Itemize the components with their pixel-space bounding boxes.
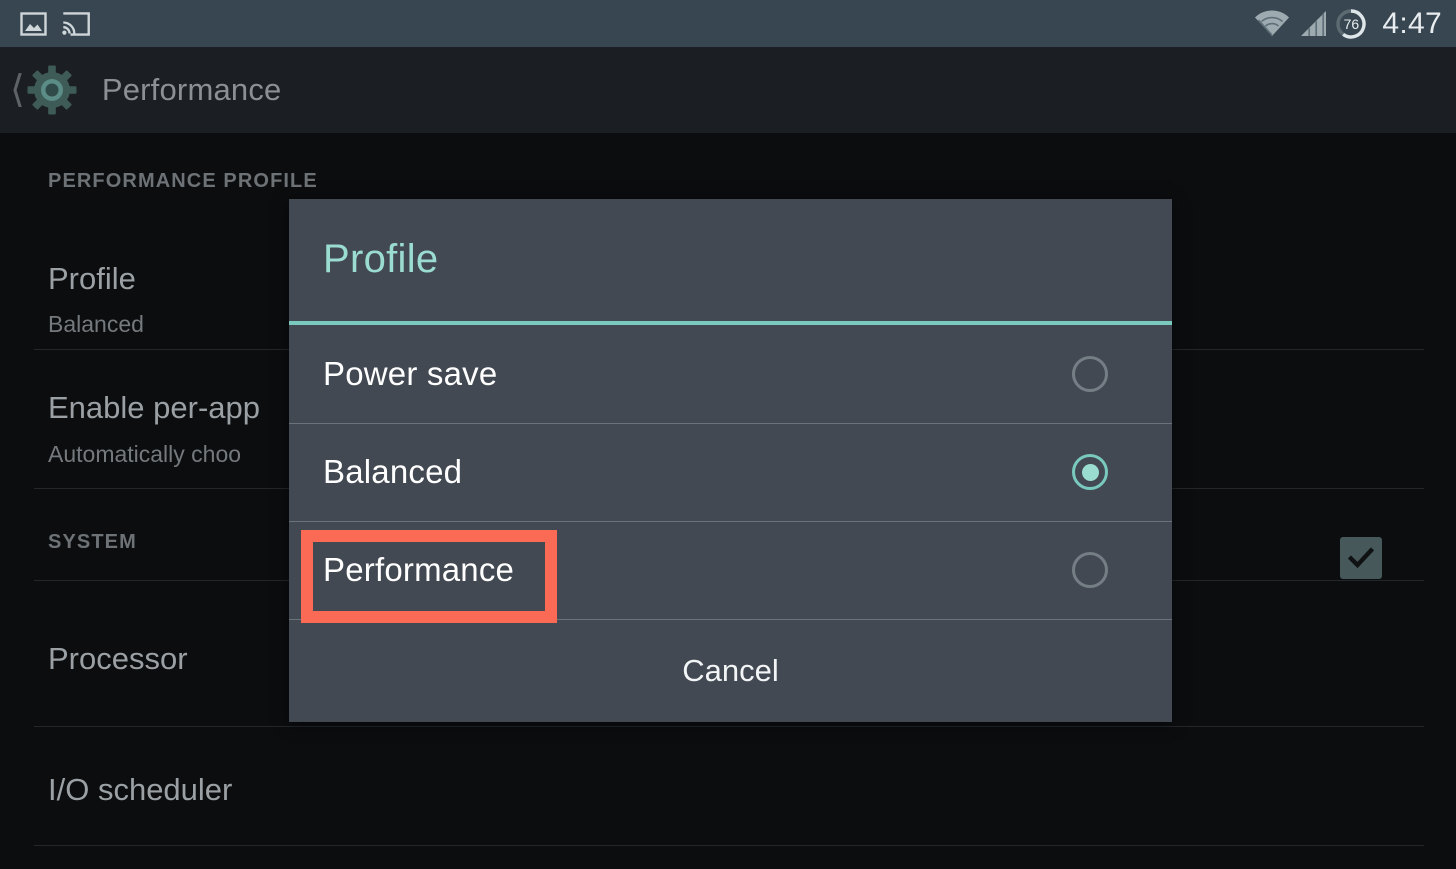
image-notification-icon: [20, 11, 47, 36]
battery-circle-icon: 76: [1336, 8, 1367, 39]
profile-option-list: Power save Balanced Performance: [289, 325, 1172, 619]
cell-signal-icon: [1299, 10, 1327, 37]
radio-power-save[interactable]: [1072, 356, 1108, 392]
radio-balanced-selected[interactable]: [1072, 454, 1108, 490]
battery-level-text: 76: [1343, 15, 1360, 32]
section-header-performance-profile: PERFORMANCE PROFILE: [48, 170, 318, 192]
status-bar-clock: 4:47: [1382, 6, 1442, 40]
android-settings-screen: 76 4:47 ⟨ Performance PERFORMANCE PROFIL…: [0, 0, 1456, 869]
row-subtitle-enable-per-app: Automatically choo: [48, 441, 242, 467]
row-subtitle-profile: Balanced: [48, 311, 144, 337]
option-label-performance: Performance: [323, 551, 515, 588]
settings-gear-icon[interactable]: [26, 64, 78, 116]
section-header-system: SYSTEM: [48, 531, 137, 553]
status-bar: 76 4:47: [0, 0, 1456, 47]
option-row-power-save[interactable]: Power save: [289, 325, 1172, 423]
wifi-icon: [1254, 10, 1290, 37]
row-title-processor[interactable]: Processor: [48, 641, 188, 677]
row-title-enable-per-app[interactable]: Enable per-app: [48, 390, 260, 426]
cast-screen-icon: [61, 11, 91, 36]
option-row-balanced[interactable]: Balanced: [289, 423, 1172, 521]
radio-performance[interactable]: [1072, 552, 1108, 588]
status-bar-notification-icons: [20, 11, 91, 36]
option-row-performance[interactable]: Performance: [289, 521, 1172, 619]
status-bar-system-icons: 76 4:47: [1254, 7, 1442, 41]
action-bar: ⟨ Performance: [0, 47, 1456, 133]
profile-selection-dialog: Profile Power save Balanced Performance …: [289, 199, 1172, 722]
per-app-checkbox[interactable]: [1340, 537, 1382, 579]
list-divider: [34, 845, 1424, 846]
option-label-balanced: Balanced: [323, 453, 463, 490]
row-title-io-scheduler[interactable]: I/O scheduler: [48, 772, 232, 808]
dialog-button-bar: Cancel: [289, 619, 1172, 722]
dialog-title-area: Profile: [289, 199, 1172, 321]
dialog-title: Profile: [323, 237, 439, 281]
page-title: Performance: [101, 72, 282, 107]
option-label-power-save: Power save: [323, 355, 498, 392]
cancel-button[interactable]: Cancel: [289, 619, 1172, 722]
list-divider: [34, 726, 1424, 727]
row-title-profile[interactable]: Profile: [48, 261, 136, 297]
back-chevron-icon[interactable]: ⟨: [10, 70, 25, 108]
